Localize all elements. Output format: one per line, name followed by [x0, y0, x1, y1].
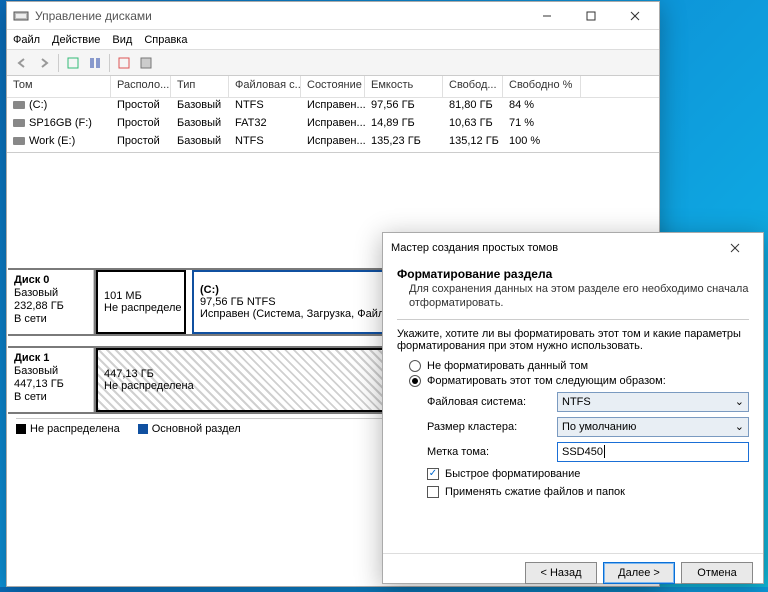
- radio-format[interactable]: Форматировать этот том следующим образом…: [409, 375, 749, 387]
- wizard-titlebar[interactable]: Мастер создания простых томов: [383, 233, 763, 263]
- quick-format-checkbox[interactable]: Быстрое форматирование: [427, 468, 749, 480]
- radio-no-format[interactable]: Не форматировать данный том: [409, 360, 749, 372]
- chevron-down-icon: ⌄: [735, 420, 744, 433]
- col-tom[interactable]: Том: [7, 76, 111, 97]
- wizard-title: Мастер создания простых томов: [391, 242, 558, 254]
- window-title: Управление дисками: [35, 9, 525, 23]
- col-fs[interactable]: Файловая с...: [229, 76, 301, 97]
- compress-checkbox[interactable]: Применять сжатие файлов и папок: [427, 486, 749, 498]
- volume-name-input[interactable]: SSD450: [557, 442, 749, 462]
- checkbox-icon: [427, 468, 439, 480]
- wizard-footer: < Назад Далее > Отмена: [383, 553, 763, 592]
- back-icon[interactable]: [11, 52, 33, 74]
- legend-primary: Основной раздел: [138, 423, 241, 435]
- toolbar-icon-1[interactable]: [62, 52, 84, 74]
- close-button[interactable]: [715, 233, 755, 263]
- cluster-label: Размер кластера:: [427, 421, 557, 433]
- checkbox-icon: [427, 486, 439, 498]
- menubar: Файл Действие Вид Справка: [7, 30, 659, 50]
- volume-row[interactable]: Work (E:) Простой Базовый NTFS Исправен.…: [7, 134, 659, 152]
- volume-row[interactable]: SP16GB (F:) Простой Базовый FAT32 Исправ…: [7, 116, 659, 134]
- wizard-body: Форматирование раздела Для сохранения да…: [383, 263, 763, 553]
- forward-icon[interactable]: [33, 52, 55, 74]
- chevron-down-icon: ⌄: [735, 395, 744, 408]
- app-icon: [13, 8, 29, 24]
- col-emk[interactable]: Емкость: [365, 76, 443, 97]
- cluster-select[interactable]: По умолчанию ⌄: [557, 417, 749, 437]
- titlebar[interactable]: Управление дисками: [7, 2, 659, 30]
- toolbar: [7, 50, 659, 76]
- disk-label[interactable]: Диск 0 Базовый 232,88 ГБ В сети: [8, 270, 94, 334]
- col-sost[interactable]: Состояние: [301, 76, 365, 97]
- maximize-button[interactable]: [569, 2, 613, 30]
- filesystem-select[interactable]: NTFS ⌄: [557, 392, 749, 412]
- volume-icon: [13, 137, 25, 145]
- next-button[interactable]: Далее >: [603, 562, 675, 584]
- menu-file[interactable]: Файл: [13, 34, 40, 46]
- col-raspo[interactable]: Располо...: [111, 76, 171, 97]
- filesystem-label: Файловая система:: [427, 396, 557, 408]
- minimize-button[interactable]: [525, 2, 569, 30]
- menu-action[interactable]: Действие: [52, 34, 100, 46]
- volume-list: Том Располо... Тип Файловая с... Состоян…: [7, 76, 659, 153]
- volume-name-label: Метка тома:: [427, 446, 557, 458]
- wizard-paragraph: Укажите, хотите ли вы форматировать этот…: [397, 328, 749, 352]
- close-button[interactable]: [613, 2, 657, 30]
- col-svob[interactable]: Свобод...: [443, 76, 503, 97]
- volume-wizard-dialog: Мастер создания простых томов Форматиров…: [382, 232, 764, 584]
- cancel-button[interactable]: Отмена: [681, 562, 753, 584]
- back-button[interactable]: < Назад: [525, 562, 597, 584]
- wizard-desc: Для сохранения данных на этом разделе ег…: [397, 283, 749, 311]
- menu-help[interactable]: Справка: [144, 34, 187, 46]
- partition-unallocated[interactable]: 101 МБ Не распределе: [96, 270, 186, 334]
- col-svobp[interactable]: Свободно %: [503, 76, 581, 97]
- radio-icon: [409, 360, 421, 372]
- legend-unallocated: Не распределена: [16, 423, 120, 435]
- toolbar-icon-4[interactable]: [135, 52, 157, 74]
- menu-view[interactable]: Вид: [112, 34, 132, 46]
- volume-row[interactable]: (C:) Простой Базовый NTFS Исправен... 97…: [7, 98, 659, 116]
- radio-icon: [409, 375, 421, 387]
- col-tip[interactable]: Тип: [171, 76, 229, 97]
- volume-list-header: Том Располо... Тип Файловая с... Состоян…: [7, 76, 659, 98]
- disk-label[interactable]: Диск 1 Базовый 447,13 ГБ В сети: [8, 348, 94, 412]
- wizard-heading: Форматирование раздела: [397, 267, 749, 281]
- volume-icon: [13, 119, 25, 127]
- refresh-icon[interactable]: [113, 52, 135, 74]
- toolbar-icon-2[interactable]: [84, 52, 106, 74]
- volume-icon: [13, 101, 25, 109]
